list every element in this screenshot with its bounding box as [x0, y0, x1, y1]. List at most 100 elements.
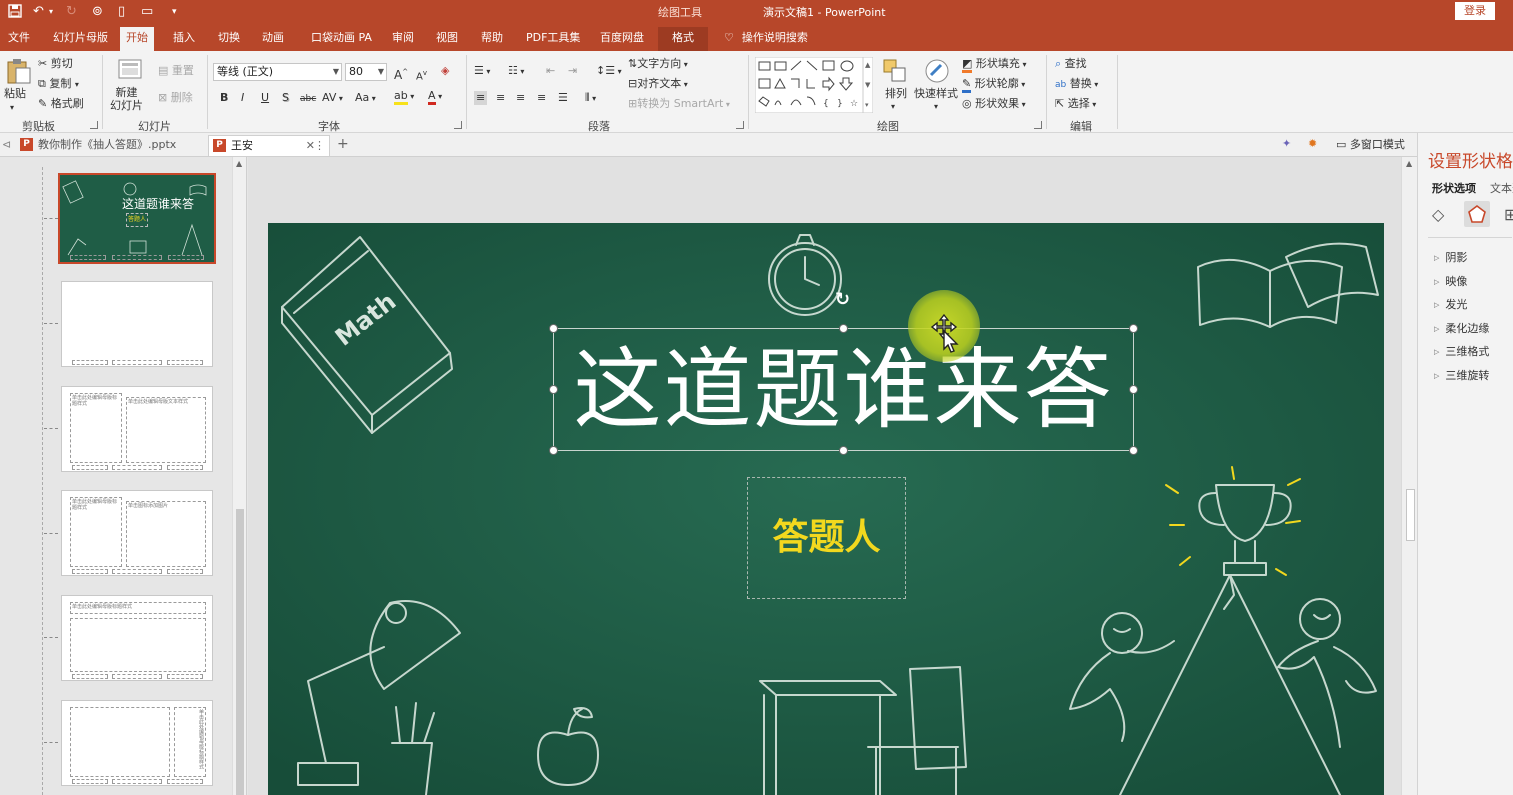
line-spacing-icon[interactable]: ↕☰ ▾ — [596, 64, 622, 79]
tab-animations[interactable]: 动画 — [256, 27, 290, 51]
slide-subtitle[interactable]: 答题人 — [747, 507, 906, 567]
undo-icon[interactable]: ↶ — [33, 4, 44, 20]
slide-thumbnail-1[interactable]: 这道题谁来答 答题人 — [58, 173, 216, 264]
3d-format-property[interactable]: 三维格式 — [1434, 343, 1489, 359]
text-direction-button[interactable]: ⇅文字方向 ▾ — [628, 57, 688, 72]
tab-menu-icon[interactable]: ⋮ — [314, 136, 325, 156]
shape-outline-button[interactable]: ✎ 形状轮廓 ▾ — [962, 77, 1025, 93]
tab-pdf-tools[interactable]: PDF工具集 — [520, 27, 586, 51]
slide-thumbnail-4[interactable]: 单击此处编辑母版标题样式 单击图标添加图片 — [61, 490, 213, 576]
quick-styles-label[interactable]: 快速样式 — [914, 87, 958, 101]
select-button[interactable]: ⇱ 选择 ▾ — [1055, 97, 1096, 112]
font-launcher-icon[interactable] — [454, 121, 462, 129]
resize-handle[interactable] — [549, 324, 558, 333]
strikethrough-button[interactable]: abc — [300, 92, 316, 106]
tab-home[interactable]: 开始 — [120, 27, 154, 51]
scroll-up-icon[interactable]: ▲ — [236, 159, 242, 168]
italic-button[interactable]: I — [241, 91, 244, 105]
open-folder-icon[interactable]: ▭ — [141, 4, 153, 20]
align-text-button[interactable]: ⊟对齐文本 ▾ — [628, 77, 688, 92]
panel-toggle-icon[interactable]: ⊲ — [2, 138, 11, 152]
new-slide-label[interactable]: 新建 幻灯片 — [110, 86, 143, 112]
paste-icon[interactable] — [4, 57, 32, 85]
drawing-launcher-icon[interactable] — [1034, 121, 1042, 129]
font-size-select[interactable]: 80 ▼ — [345, 63, 387, 81]
thumbnail-scrollbar[interactable]: ▲ — [232, 157, 246, 795]
new-document-icon[interactable]: ▯ — [118, 4, 125, 20]
character-spacing-button[interactable]: AV ▾ — [322, 91, 343, 106]
tab-insert[interactable]: 插入 — [167, 27, 201, 51]
resize-handle[interactable] — [1129, 385, 1138, 394]
highlight-color-button[interactable]: ab ▾ — [394, 89, 414, 105]
paste-label[interactable]: 粘贴 — [4, 87, 26, 101]
distributed-icon[interactable]: ☰ — [558, 91, 568, 105]
resize-handle[interactable] — [839, 324, 848, 333]
tab-help[interactable]: 帮助 — [475, 27, 509, 51]
tab-review[interactable]: 审阅 — [386, 27, 420, 51]
new-tab-icon[interactable]: + — [337, 137, 349, 151]
shrink-font-button[interactable]: Av — [416, 66, 427, 84]
columns-icon[interactable]: ⫴ ▾ — [585, 91, 596, 106]
3d-rotation-property[interactable]: 三维旋转 — [1434, 367, 1489, 383]
soft-edges-property[interactable]: 柔化边缘 — [1434, 320, 1489, 336]
undo-dropdown-icon[interactable]: ▾ — [49, 4, 53, 20]
font-name-select[interactable]: 等线 (正文) ▼ — [213, 63, 342, 81]
text-options-tab[interactable]: 文本选项 — [1490, 180, 1513, 196]
cut-button[interactable]: ✂ 剪切 — [38, 57, 73, 71]
resize-handle[interactable] — [549, 446, 558, 455]
slide-thumbnail-2[interactable] — [61, 281, 213, 367]
size-properties-icon[interactable]: ⊞ — [1504, 205, 1513, 224]
redo-icon[interactable]: ↻ — [66, 4, 77, 20]
pin-icon[interactable]: ✦ — [1282, 137, 1291, 151]
grow-font-button[interactable]: A^ — [394, 65, 408, 82]
shadow-button[interactable]: S — [282, 91, 289, 105]
resize-handle[interactable] — [1129, 446, 1138, 455]
align-left-icon[interactable]: ≡ — [474, 91, 488, 105]
tab-view[interactable]: 视图 — [430, 27, 464, 51]
shape-options-tab[interactable]: 形状选项 — [1432, 180, 1476, 196]
start-slideshow-icon[interactable]: ⊚ — [92, 4, 103, 20]
effects-tab[interactable] — [1464, 201, 1490, 227]
reflection-property[interactable]: 映像 — [1434, 273, 1467, 289]
arrange-icon[interactable] — [881, 57, 909, 85]
change-case-button[interactable]: Aa ▾ — [355, 91, 376, 106]
tab-slide-master[interactable]: 幻灯片母版 — [47, 27, 114, 51]
gear-icon[interactable]: ✹ — [1308, 137, 1317, 151]
increase-indent-icon[interactable]: ⇥ — [568, 64, 577, 78]
slide-thumbnail-6[interactable]: 单击此处编辑母版标题样式 — [61, 700, 213, 786]
rotate-handle-icon[interactable]: ↻ — [835, 289, 850, 310]
new-slide-icon[interactable] — [116, 56, 144, 84]
scroll-up-icon[interactable]: ▲ — [1406, 159, 1412, 168]
tab-format[interactable]: 格式 — [658, 27, 708, 51]
justify-icon[interactable]: ≡ — [537, 91, 546, 105]
resize-handle[interactable] — [1129, 324, 1138, 333]
tab-transitions[interactable]: 切换 — [212, 27, 246, 51]
tab-baidu-netdisk[interactable]: 百度网盘 — [594, 27, 650, 51]
scrollbar-thumb[interactable] — [236, 509, 244, 795]
underline-button[interactable]: U — [261, 91, 269, 105]
paste-dropdown-icon[interactable]: ▾ — [10, 101, 14, 115]
shape-fill-button[interactable]: ◩ 形状填充 ▾ — [962, 57, 1026, 73]
format-painter-button[interactable]: ✎ 格式刷 — [38, 97, 84, 111]
tab-pocket-animation[interactable]: 口袋动画 PA — [305, 27, 378, 51]
slide-thumbnail-5[interactable]: 单击此处编辑母版标题样式 — [61, 595, 213, 681]
clipboard-launcher-icon[interactable] — [90, 121, 98, 129]
multiwindow-button[interactable]: ▭ 多窗口模式 — [1336, 138, 1405, 152]
tab-file[interactable]: 文件 — [2, 27, 36, 51]
slide-thumbnail-3[interactable]: 单击此处编辑母版标题样式 单击此处编辑母版文本样式 — [61, 386, 213, 472]
document-tab[interactable]: P 教你制作《抽人答题》.pptx — [16, 135, 206, 156]
slide-title[interactable]: 这道题谁来答 — [553, 330, 1134, 450]
shadow-property[interactable]: 阴影 — [1434, 249, 1467, 265]
glow-property[interactable]: 发光 — [1434, 296, 1467, 312]
shapes-gallery[interactable]: {} ☆ ▲ ▼ ▾ — [755, 57, 873, 113]
arrange-dropdown-icon[interactable]: ▾ — [891, 100, 895, 114]
quick-styles-dropdown-icon[interactable]: ▾ — [934, 100, 938, 114]
clear-formatting-icon[interactable]: ◈ — [441, 64, 449, 78]
tell-me-search[interactable]: ♡ 操作说明搜索 — [718, 27, 814, 51]
fill-line-icon[interactable]: ◇ — [1432, 205, 1444, 224]
login-button[interactable]: 登录 — [1455, 2, 1495, 20]
align-center-icon[interactable]: ≡ — [496, 91, 505, 105]
font-color-button[interactable]: A ▾ — [428, 89, 442, 105]
quick-styles-icon[interactable] — [923, 57, 951, 85]
resize-handle[interactable] — [549, 385, 558, 394]
